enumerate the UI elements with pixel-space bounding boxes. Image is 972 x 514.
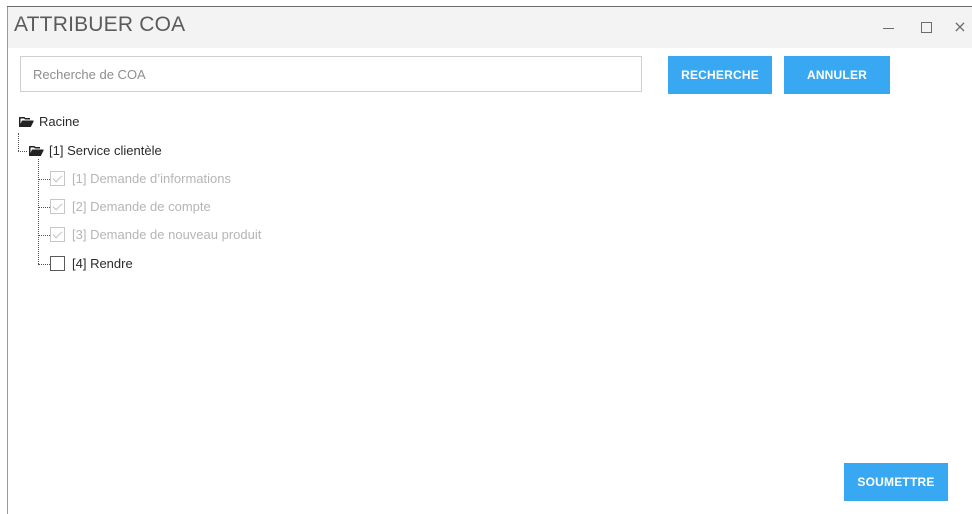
tree-leaf-label: [4] Rendre: [72, 256, 133, 271]
tree-leaf-label: [1] Demande d’informations: [72, 171, 231, 186]
checkbox-rendre[interactable]: [50, 256, 65, 271]
tree-node-root[interactable]: Racine: [19, 114, 79, 129]
tree-leaf-demande-nouveau-produit: [3] Demande de nouveau produit: [50, 227, 261, 242]
folder-open-icon: [29, 145, 44, 156]
tree-connector: [38, 159, 39, 264]
tree-connector: [38, 179, 50, 180]
tree-connector: [38, 264, 50, 265]
tree-connector: [18, 133, 19, 151]
tree-node-label: Racine: [39, 114, 80, 129]
checkbox-disabled-checked: [50, 227, 65, 242]
submit-button[interactable]: SOUMETTRE: [844, 463, 948, 501]
tree-node-service-clientele[interactable]: [1] Service clientèle: [29, 143, 162, 158]
tree-leaf-demande-compte: [2] Demande de compte: [50, 199, 211, 214]
assign-coa-dialog: ATTRIBUER COA × RECHERCHE ANNULER Racine: [7, 7, 972, 514]
folder-open-icon: [19, 116, 34, 127]
tree-connector: [18, 151, 27, 152]
tree-leaf-demande-informations: [1] Demande d’informations: [50, 171, 231, 186]
tree-node-label: [1] Service clientèle: [49, 143, 162, 158]
tree-leaf-rendre[interactable]: [4] Rendre: [50, 256, 133, 271]
tree-connector: [38, 235, 50, 236]
tree-connector: [38, 207, 50, 208]
tree-leaf-label: [2] Demande de compte: [72, 199, 211, 214]
tree-leaf-label: [3] Demande de nouveau produit: [72, 227, 262, 242]
coa-tree: Racine [1] Service clientèle [1] Demande…: [8, 7, 972, 307]
checkbox-disabled-checked: [50, 199, 65, 214]
checkbox-disabled-checked: [50, 171, 65, 186]
